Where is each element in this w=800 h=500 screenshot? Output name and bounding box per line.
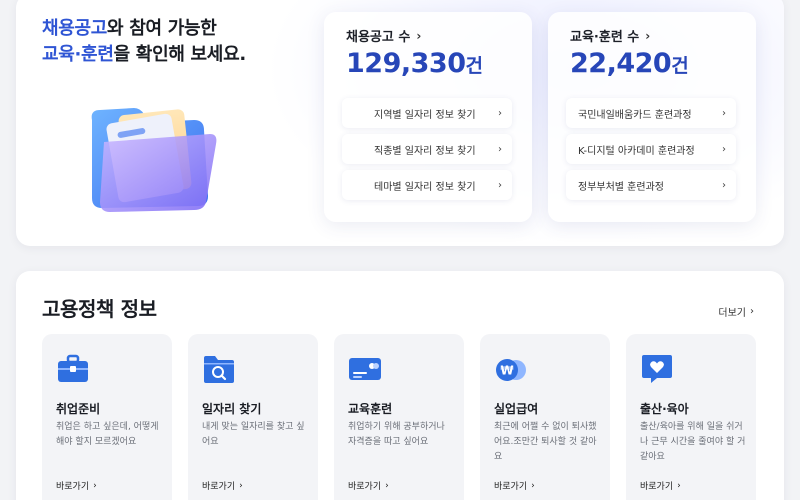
policy-tile-job-search[interactable]: 일자리 찾기 내게 맞는 일자리를 찾고 싶어요 바로가기 › bbox=[188, 334, 318, 500]
job-posting-count-unit: 건 bbox=[465, 55, 483, 77]
chevron-right-icon: › bbox=[722, 179, 726, 191]
heart-chat-icon bbox=[642, 355, 672, 383]
policy-tile-childcare[interactable]: 출산·육아 출산/육아를 위해 일을 쉬거나 근무 시간을 줄여야 할 거 같아… bbox=[626, 334, 756, 500]
hero-title-highlight-jobs: 채용공고 bbox=[42, 18, 108, 39]
tile-description: 내게 맞는 일자리를 찾고 싶어요 bbox=[202, 422, 305, 447]
card-icon bbox=[349, 358, 381, 380]
job-search-links: 지역별 일자리 정보 찾기 › 직종별 일자리 정보 찾기 › 테마별 일자리 정보… bbox=[342, 98, 512, 206]
policy-tiles: 취업준비 취업은 하고 싶은데, 어떻게 해야 할지 모르겠어요 바로가기 › 일… bbox=[42, 334, 756, 500]
chevron-right-icon: › bbox=[750, 306, 754, 317]
job-posting-count-link[interactable]: 채용공고 수 › bbox=[346, 26, 422, 46]
job-posting-count-value: 129,330 bbox=[346, 48, 466, 79]
job-posting-label: 채용공고 수 bbox=[346, 30, 411, 45]
link-occupation-jobs[interactable]: 직종별 일자리 정보 찾기 › bbox=[342, 134, 512, 164]
folder-illustration-icon bbox=[91, 108, 217, 212]
go-label: 바로가기 bbox=[56, 482, 90, 492]
training-count-link[interactable]: 교육·훈련 수 › bbox=[570, 26, 651, 46]
tile-description: 출산/육아를 위해 일을 쉬거나 근무 시간을 줄여야 할 거 같아요 bbox=[640, 422, 746, 462]
go-label: 바로가기 bbox=[640, 482, 674, 492]
policy-tile-job-prep[interactable]: 취업준비 취업은 하고 싶은데, 어떻게 해야 할지 모르겠어요 바로가기 › bbox=[42, 334, 172, 500]
hero-title-text-1: 와 참여 가능한 bbox=[107, 18, 217, 39]
chevron-right-icon: › bbox=[498, 107, 502, 119]
chevron-right-icon: › bbox=[645, 28, 651, 43]
link-theme-jobs[interactable]: 테마별 일자리 정보 찾기 › bbox=[342, 170, 512, 200]
training-count-unit: 건 bbox=[671, 55, 689, 77]
link-label: 정부부처별 훈련과정 bbox=[578, 181, 664, 193]
training-count: 22,420건 bbox=[570, 48, 689, 79]
tile-title: 일자리 찾기 bbox=[202, 402, 262, 416]
link-ministry-training[interactable]: 정부부처별 훈련과정 › bbox=[566, 170, 736, 200]
link-naeil-card-training[interactable]: 국민내일배움카드 훈련과정 › bbox=[566, 98, 736, 128]
chevron-right-icon: › bbox=[93, 480, 97, 491]
go-label: 바로가기 bbox=[202, 482, 236, 492]
hero-title-highlight-edu: 교육·훈련 bbox=[42, 44, 114, 65]
hero-title: 채용공고와 참여 가능한 교육·훈련을 확인해 보세요. bbox=[42, 16, 246, 68]
chevron-right-icon: › bbox=[239, 480, 243, 491]
tile-go-link[interactable]: 바로가기 › bbox=[56, 479, 97, 493]
chevron-right-icon: › bbox=[677, 480, 681, 491]
link-k-digital-training[interactable]: K-디지털 아카데미 훈련과정 › bbox=[566, 134, 736, 164]
employment-policy-section: 고용정책 정보 더보기 › 취업준비 취업은 하고 싶은데, 어떻게 해야 할지… bbox=[16, 271, 784, 500]
tile-title: 실업급여 bbox=[494, 402, 539, 416]
tile-go-link[interactable]: 바로가기 › bbox=[494, 479, 535, 493]
tile-description: 취업하기 위해 공부하거나 자격증을 따고 싶어요 bbox=[348, 422, 445, 447]
chevron-right-icon: › bbox=[531, 480, 535, 491]
tile-title: 출산·육아 bbox=[640, 402, 689, 416]
training-label: 교육·훈련 수 bbox=[570, 30, 640, 45]
chevron-right-icon: › bbox=[385, 480, 389, 491]
chevron-right-icon: › bbox=[498, 143, 502, 155]
tile-go-link[interactable]: 바로가기 › bbox=[640, 479, 681, 493]
link-label: 국민내일배움카드 훈련과정 bbox=[578, 109, 692, 121]
training-count-value: 22,420 bbox=[570, 48, 672, 79]
briefcase-icon bbox=[58, 354, 88, 382]
tile-go-link[interactable]: 바로가기 › bbox=[202, 479, 243, 493]
tile-go-link[interactable]: 바로가기 › bbox=[348, 479, 389, 493]
folder-search-icon bbox=[204, 356, 234, 383]
training-stat-card: 교육·훈련 수 › 22,420건 국민내일배움카드 훈련과정 › K-디지털 아… bbox=[548, 12, 756, 222]
svg-text:₩: ₩ bbox=[500, 364, 514, 378]
chevron-right-icon: › bbox=[722, 107, 726, 119]
link-label: 지역별 일자리 정보 찾기 bbox=[374, 109, 476, 121]
go-label: 바로가기 bbox=[494, 482, 528, 492]
training-links: 국민내일배움카드 훈련과정 › K-디지털 아카데미 훈련과정 › 정부부처별 훈련… bbox=[566, 98, 736, 206]
link-label: 테마별 일자리 정보 찾기 bbox=[374, 181, 476, 193]
policy-tile-training[interactable]: 교육훈련 취업하기 위해 공부하거나 자격증을 따고 싶어요 바로가기 › bbox=[334, 334, 464, 500]
tile-description: 최근에 어쩔 수 없이 퇴사했어요.조만간 퇴사할 것 같아요 bbox=[494, 422, 597, 462]
job-posting-count: 129,330건 bbox=[346, 48, 483, 79]
section-title: 고용정책 정보 bbox=[42, 297, 157, 321]
chevron-right-icon: › bbox=[722, 143, 726, 155]
more-link[interactable]: 더보기 › bbox=[718, 304, 754, 319]
hero-title-text-2: 을 확인해 보세요. bbox=[113, 44, 247, 65]
policy-tile-unemployment[interactable]: ₩ 실업급여 최근에 어쩔 수 없이 퇴사했어요.조만간 퇴사할 것 같아요 바… bbox=[480, 334, 610, 500]
job-posting-stat-card: 채용공고 수 › 129,330건 지역별 일자리 정보 찾기 › 직종별 일자리… bbox=[324, 12, 532, 222]
link-region-jobs[interactable]: 지역별 일자리 정보 찾기 › bbox=[342, 98, 512, 128]
tile-title: 취업준비 bbox=[56, 402, 101, 416]
tile-description: 취업은 하고 싶은데, 어떻게 해야 할지 모르겠어요 bbox=[56, 422, 159, 447]
go-label: 바로가기 bbox=[348, 482, 382, 492]
link-label: 직종별 일자리 정보 찾기 bbox=[374, 145, 476, 157]
chevron-right-icon: › bbox=[498, 179, 502, 191]
more-label: 더보기 bbox=[718, 308, 746, 319]
link-label: K-디지털 아카데미 훈련과정 bbox=[578, 145, 695, 157]
chevron-right-icon: › bbox=[416, 28, 422, 43]
hero-section: 채용공고와 참여 가능한 교육·훈련을 확인해 보세요. 채용공고 수 › 12… bbox=[16, 0, 784, 246]
won-coin-icon: ₩ bbox=[496, 359, 526, 381]
tile-title: 교육훈련 bbox=[348, 402, 393, 416]
